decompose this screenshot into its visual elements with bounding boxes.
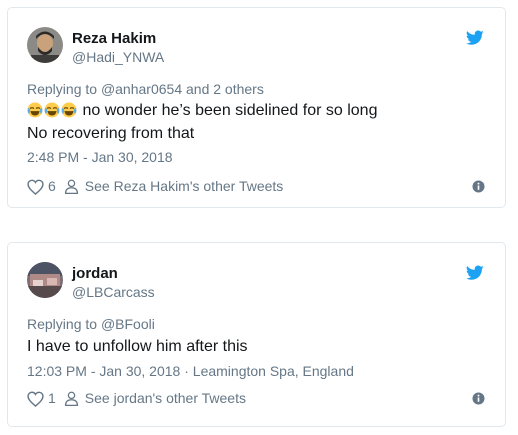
person-icon[interactable] bbox=[64, 179, 79, 194]
tweet-location[interactable]: Leamington Spa, England bbox=[193, 363, 354, 379]
reply-target-link[interactable]: @BFooli bbox=[101, 316, 155, 332]
twitter-bird-icon[interactable] bbox=[466, 30, 484, 46]
reply-target-link[interactable]: @anhar0654 bbox=[101, 81, 182, 97]
replying-prefix: Replying to bbox=[27, 81, 101, 97]
like-count[interactable]: 1 bbox=[48, 390, 56, 407]
see-other-tweets-link[interactable]: See Reza Hakim's other Tweets bbox=[85, 178, 284, 195]
avatar[interactable] bbox=[27, 262, 63, 298]
tweet-text: I have to unfollow him after this bbox=[27, 338, 248, 355]
author-name[interactable]: jordan bbox=[72, 265, 118, 283]
author-handle[interactable]: @Hadi_YNWA bbox=[72, 49, 164, 66]
twitter-bird-icon[interactable] bbox=[466, 265, 484, 281]
author-name[interactable]: Reza Hakim bbox=[72, 30, 156, 48]
replying-to: Replying to @anhar0654 and 2 others bbox=[27, 81, 264, 98]
replying-to: Replying to @BFooli bbox=[27, 316, 155, 333]
tweet-text-line-2: No recovering from that bbox=[27, 125, 195, 142]
face-with-tears-of-joy-icon bbox=[27, 102, 43, 118]
face-with-tears-of-joy-icon bbox=[44, 102, 60, 118]
tweet-actions: 1 See jordan's other Tweets bbox=[27, 390, 246, 407]
info-icon[interactable] bbox=[472, 180, 485, 193]
replying-suffix[interactable]: and 2 others bbox=[182, 81, 264, 97]
see-other-tweets-link[interactable]: See jordan's other Tweets bbox=[85, 390, 246, 407]
face-with-tears-of-joy-icon bbox=[61, 102, 77, 118]
tweet-actions: 6 See Reza Hakim's other Tweets bbox=[27, 178, 283, 195]
like-count[interactable]: 6 bbox=[48, 178, 56, 195]
tweet-meta: 12:03 PM - Jan 30, 2018 · Leamington Spa… bbox=[27, 363, 354, 380]
heart-icon[interactable] bbox=[27, 391, 44, 407]
avatar[interactable] bbox=[27, 27, 63, 63]
meta-separator: · bbox=[180, 363, 193, 379]
heart-icon[interactable] bbox=[27, 179, 44, 195]
info-icon[interactable] bbox=[472, 392, 485, 405]
person-icon[interactable] bbox=[64, 391, 79, 406]
tweet-text-line-1: no wonder he’s been sidelined for so lon… bbox=[78, 102, 378, 119]
tweet-card: jordan @LBCarcass Replying to @BFooli I … bbox=[7, 242, 506, 427]
tweet-timestamp[interactable]: 12:03 PM - Jan 30, 2018 bbox=[27, 363, 180, 379]
tweet-timestamp[interactable]: 2:48 PM - Jan 30, 2018 bbox=[27, 149, 173, 166]
replying-prefix: Replying to bbox=[27, 316, 101, 332]
tweet-text: no wonder he’s been sidelined for so lon… bbox=[27, 100, 377, 121]
tweet-card: Reza Hakim @Hadi_YNWA Replying to @anhar… bbox=[7, 7, 506, 208]
author-handle[interactable]: @LBCarcass bbox=[72, 284, 155, 301]
